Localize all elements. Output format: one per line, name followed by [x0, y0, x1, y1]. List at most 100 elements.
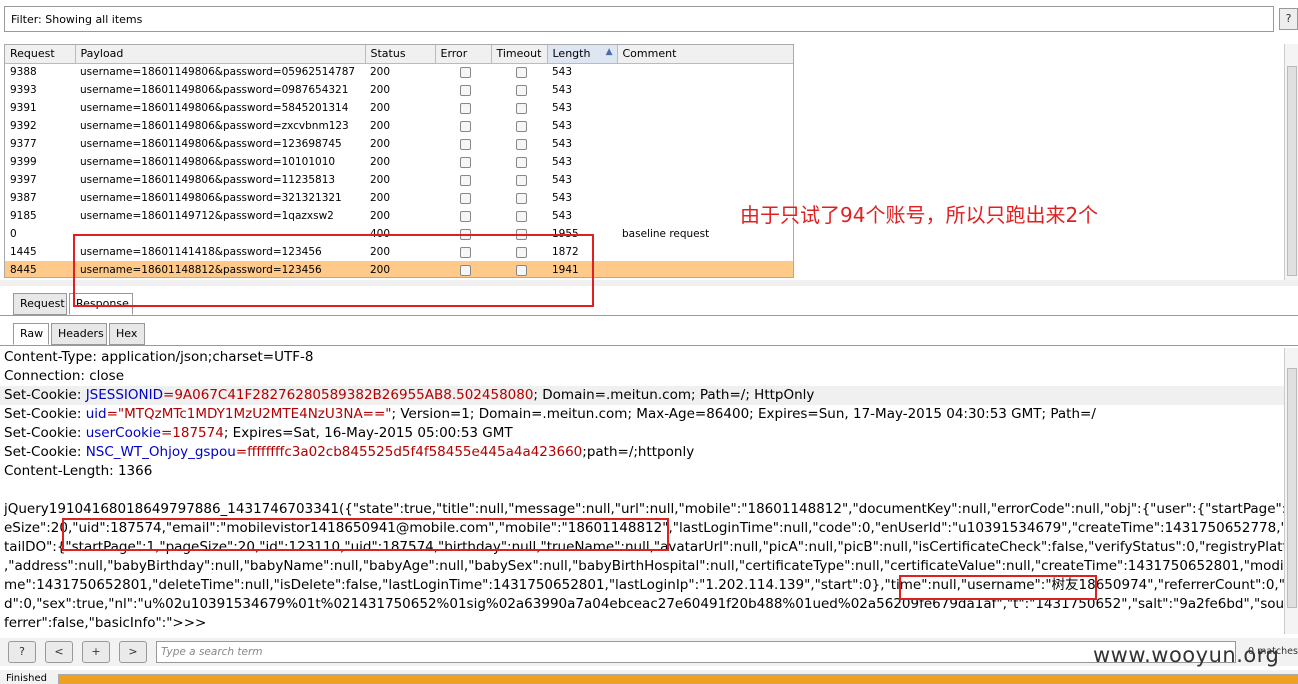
- error-checkbox: [435, 81, 491, 99]
- subtab-divider: [0, 345, 1298, 346]
- checkbox[interactable]: [460, 120, 471, 132]
- status-bar: Finished: [0, 670, 1298, 684]
- highlight-box-username: [899, 575, 1097, 600]
- cookie-value: =187574: [160, 425, 224, 441]
- tab-request[interactable]: Request: [13, 293, 67, 315]
- tab-raw[interactable]: Raw: [13, 323, 49, 345]
- timeout-checkbox: [491, 171, 547, 189]
- cookie-value: ="MTQzMTc1MDY1MzU2MTE4NzU3NA==": [106, 406, 392, 422]
- status-cell: 200: [370, 192, 391, 204]
- table-row[interactable]: 9397 username=18601149806&password=112358…: [5, 171, 793, 189]
- column-header-timeout[interactable]: Timeout: [491, 45, 548, 64]
- body-line: jQuery19104168018649797886_1431746703341…: [4, 501, 1284, 517]
- table-row[interactable]: 9377 username=18601149806&password=123698…: [5, 135, 793, 153]
- error-checkbox: [435, 117, 491, 135]
- checkbox[interactable]: [460, 210, 471, 222]
- payload-cell: username=18601149806&password=0596251478…: [80, 66, 356, 79]
- cookie-attrs: ; Domain=.meitun.com; Path=/; HttpOnly: [533, 387, 815, 403]
- checkbox[interactable]: [516, 138, 527, 150]
- checkbox[interactable]: [516, 192, 527, 204]
- checkbox[interactable]: [516, 84, 527, 96]
- column-header-length[interactable]: Length ▲: [547, 45, 618, 64]
- highlight-box-uid: [62, 518, 669, 551]
- status-cell: 200: [370, 156, 391, 168]
- checkbox[interactable]: [460, 84, 471, 96]
- filter-help-button[interactable]: ?: [1279, 8, 1298, 30]
- table-row[interactable]: 9399 username=18601149806&password=101010…: [5, 153, 793, 171]
- checkbox[interactable]: [460, 192, 471, 204]
- payload-cell: username=18601149806&password=0987654321: [80, 84, 349, 96]
- cookie-prefix: Set-Cookie:: [4, 406, 86, 422]
- timeout-checkbox: [491, 189, 547, 207]
- response-scrollbar-thumb[interactable]: [1287, 368, 1297, 608]
- cookie-key: JSESSIONID: [85, 387, 164, 403]
- timeout-checkbox: [491, 207, 547, 225]
- error-checkbox: [435, 207, 491, 225]
- comment-cell: [617, 63, 793, 81]
- cookie-prefix: Set-Cookie:: [4, 444, 86, 460]
- watermark: www.wooyun.org: [1093, 643, 1280, 667]
- table-row[interactable]: 9388 username=18601149806&password=059625…: [5, 63, 793, 81]
- sort-ascending-icon: ▲: [605, 47, 613, 58]
- cookie-prefix: Set-Cookie:: [4, 387, 86, 403]
- table-row[interactable]: 9185 username=18601149712&password=1qazxs…: [5, 207, 793, 225]
- timeout-checkbox: [491, 99, 547, 117]
- timeout-checkbox: [491, 63, 547, 81]
- checkbox[interactable]: [516, 102, 527, 114]
- cookie-attrs: ;path=/;httponly: [582, 444, 695, 460]
- length-cell: 543: [552, 192, 573, 204]
- checkbox[interactable]: [460, 138, 471, 150]
- filter-input[interactable]: Filter: Showing all items: [4, 6, 1274, 32]
- table-row[interactable]: 9393 username=18601149806&password=098765…: [5, 81, 793, 99]
- cookie-line-jsessionid: Set-Cookie: JSESSIONID=9A067C41F28276280…: [0, 386, 1284, 405]
- request-cell: 9391: [10, 102, 37, 114]
- payload-cell: username=18601149712&password=1qazxsw2: [80, 210, 334, 222]
- table-scrollbar[interactable]: [1284, 44, 1298, 280]
- search-add-button[interactable]: +: [82, 641, 110, 663]
- checkbox[interactable]: [516, 120, 527, 132]
- length-cell: 543: [552, 138, 573, 150]
- comment-cell: [617, 99, 793, 117]
- tab-headers[interactable]: Headers: [51, 323, 107, 345]
- cookie-value: =ffffffffc3a02cb845525d5f4f58455e445a4a4…: [235, 444, 583, 460]
- error-checkbox: [435, 135, 491, 153]
- length-cell: 543: [552, 120, 573, 132]
- checkbox[interactable]: [460, 156, 471, 168]
- tab-divider: [0, 315, 1298, 316]
- checkbox[interactable]: [516, 156, 527, 168]
- request-cell: 9399: [10, 156, 37, 168]
- request-cell: 9387: [10, 192, 37, 204]
- search-next-button[interactable]: >: [119, 641, 147, 663]
- search-prev-button[interactable]: <: [45, 641, 73, 663]
- body-line: ferrer":false,"basicInfo":">>>: [4, 615, 207, 631]
- table-scrollbar-thumb[interactable]: [1287, 66, 1297, 276]
- column-header-status[interactable]: Status: [365, 45, 436, 64]
- search-help-button[interactable]: ?: [8, 641, 36, 663]
- error-checkbox: [435, 63, 491, 81]
- checkbox[interactable]: [516, 210, 527, 222]
- checkbox[interactable]: [516, 174, 527, 186]
- checkbox[interactable]: [460, 102, 471, 114]
- checkbox[interactable]: [460, 174, 471, 186]
- response-blank-line: [0, 481, 1284, 500]
- checkbox[interactable]: [516, 66, 527, 78]
- column-header-comment[interactable]: Comment: [617, 45, 793, 64]
- table-row[interactable]: 9391 username=18601149806&password=584520…: [5, 99, 793, 117]
- status-cell: 200: [370, 138, 391, 150]
- column-header-error[interactable]: Error: [435, 45, 492, 64]
- table-row[interactable]: 9387 username=18601149806&password=321321…: [5, 189, 793, 207]
- table-row[interactable]: 9392 username=18601149806&password=zxcvbn…: [5, 117, 793, 135]
- tab-hex[interactable]: Hex: [109, 323, 145, 345]
- response-line: Content-Length: 1366: [4, 463, 153, 479]
- length-cell: 543: [552, 66, 573, 79]
- column-header-request[interactable]: Request: [5, 45, 76, 64]
- request-cell: 9393: [10, 84, 37, 96]
- column-header-payload[interactable]: Payload: [75, 45, 366, 64]
- response-scrollbar[interactable]: [1284, 348, 1298, 634]
- response-line: Content-Type: application/json;charset=U…: [4, 349, 314, 365]
- checkbox[interactable]: [460, 66, 471, 78]
- status-label: Finished: [6, 673, 47, 684]
- timeout-checkbox: [491, 81, 547, 99]
- search-input[interactable]: Type a search term: [156, 641, 1236, 663]
- cookie-key: NSC_WT_Ohjoy_gspou: [85, 444, 236, 460]
